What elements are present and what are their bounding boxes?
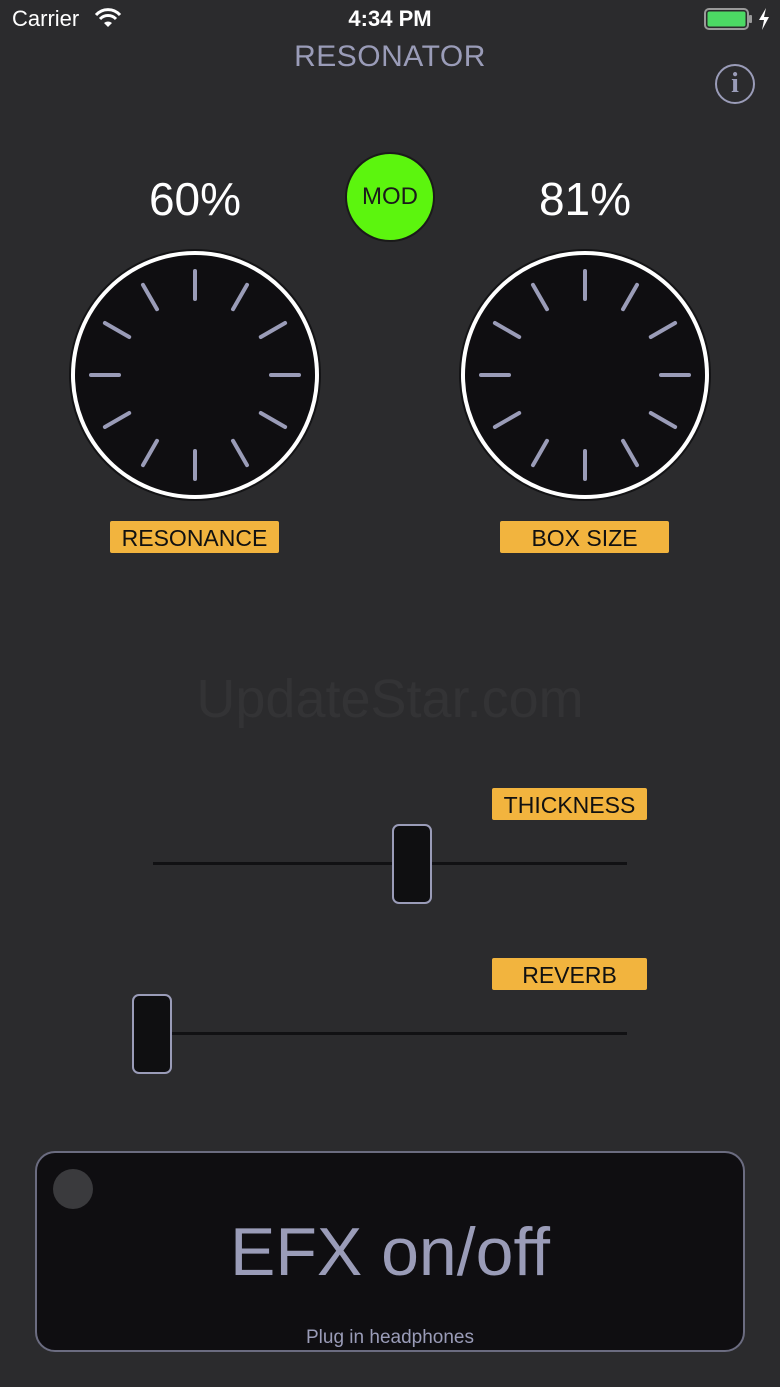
- box-size-knob[interactable]: [457, 247, 713, 503]
- info-icon[interactable]: i: [715, 64, 755, 104]
- thickness-thumb[interactable]: [392, 824, 432, 904]
- thickness-label: THICKNESS: [492, 788, 647, 820]
- mod-button[interactable]: MOD: [345, 152, 435, 242]
- box-size-value: 81%: [538, 173, 632, 225]
- thickness-slider[interactable]: [153, 824, 627, 906]
- status-bar: Carrier 4:34 PM: [0, 0, 780, 40]
- watermark-text: UpdateStar.com: [196, 669, 584, 729]
- thickness-track[interactable]: [153, 862, 627, 865]
- efx-toggle-button[interactable]: EFX on/off Plug in headphones: [35, 1151, 745, 1352]
- charging-bolt-icon: [759, 8, 769, 30]
- efx-status-led: [53, 1169, 93, 1209]
- reverb-slider[interactable]: [132, 994, 627, 1076]
- resonance-value: 60%: [148, 173, 242, 225]
- reverb-track[interactable]: [152, 1032, 627, 1035]
- battery-charging-icon: [704, 8, 752, 30]
- reverb-thumb[interactable]: [132, 994, 172, 1074]
- clock: 4:34 PM: [348, 6, 432, 31]
- resonance-knob[interactable]: [67, 247, 323, 503]
- efx-label: EFX on/off: [229, 1214, 551, 1290]
- box-size-label: BOX SIZE: [500, 521, 669, 553]
- headphones-hint: Plug in headphones: [306, 1327, 474, 1348]
- page-title: RESONATOR: [294, 40, 486, 73]
- reverb-label: REVERB: [492, 958, 647, 990]
- resonance-label: RESONANCE: [110, 521, 279, 553]
